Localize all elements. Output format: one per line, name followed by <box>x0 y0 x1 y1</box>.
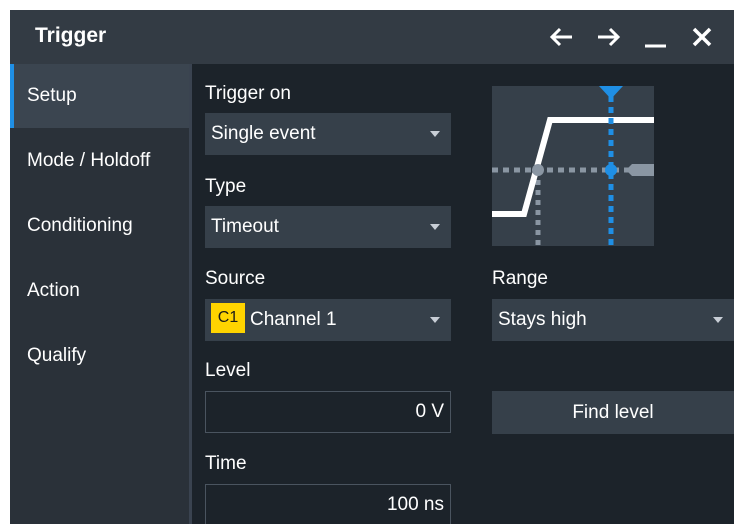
channel-badge: C1 <box>211 302 245 333</box>
sidebar-item-label: Mode / Holdoff <box>27 150 151 171</box>
range-label: Range <box>492 268 548 289</box>
sidebar-divider <box>189 64 192 524</box>
type-dropdown[interactable]: Timeout <box>205 206 451 248</box>
find-level-button[interactable]: Find level <box>492 391 734 434</box>
range-dropdown[interactable]: Stays high <box>492 299 734 341</box>
close-icon <box>692 27 712 47</box>
source-dropdown[interactable]: C1 Channel 1 <box>205 299 451 341</box>
minimize-icon <box>645 44 666 48</box>
chevron-down-icon <box>430 131 440 137</box>
arrow-right-icon <box>598 27 621 47</box>
sidebar-item-mode-holdoff[interactable]: Mode / Holdoff <box>10 129 189 193</box>
chevron-down-icon <box>430 224 440 230</box>
sidebar-item-conditioning[interactable]: Conditioning <box>10 194 189 258</box>
minimize-button[interactable] <box>638 20 674 54</box>
trigger-on-label: Trigger on <box>205 83 291 104</box>
timeout-diagram <box>492 86 654 246</box>
forward-button[interactable] <box>592 20 628 54</box>
trigger-on-dropdown[interactable]: Single event <box>205 113 451 155</box>
back-button[interactable] <box>544 20 580 54</box>
trigger-dialog: Trigger Setup Mode / Holdoff Conditionin… <box>10 10 734 524</box>
type-value: Timeout <box>211 216 279 237</box>
level-label: Level <box>205 360 251 381</box>
close-button[interactable] <box>684 20 720 54</box>
sidebar: Setup Mode / Holdoff Conditioning Action… <box>10 64 189 524</box>
dialog-title: Trigger <box>35 24 107 47</box>
range-value: Stays high <box>498 309 587 330</box>
chevron-down-icon <box>713 317 723 323</box>
arrow-left-icon <box>549 27 572 47</box>
sidebar-item-qualify[interactable]: Qualify <box>10 324 189 388</box>
source-label: Source <box>205 268 266 289</box>
chevron-down-icon <box>430 317 440 323</box>
sidebar-item-label: Setup <box>27 85 77 106</box>
sidebar-item-setup[interactable]: Setup <box>10 64 189 128</box>
sidebar-item-label: Qualify <box>27 345 87 366</box>
sidebar-item-label: Action <box>27 280 80 301</box>
timeout-waveform-icon <box>492 86 654 246</box>
sidebar-item-action[interactable]: Action <box>10 259 189 323</box>
source-value: Channel 1 <box>250 309 337 330</box>
time-input[interactable]: 100 ns <box>205 484 451 524</box>
time-label: Time <box>205 453 247 474</box>
type-label: Type <box>205 176 247 197</box>
trigger-on-value: Single event <box>211 123 316 144</box>
sidebar-item-label: Conditioning <box>27 215 133 236</box>
title-bar: Trigger <box>10 10 734 64</box>
level-input[interactable]: 0 V <box>205 391 451 433</box>
